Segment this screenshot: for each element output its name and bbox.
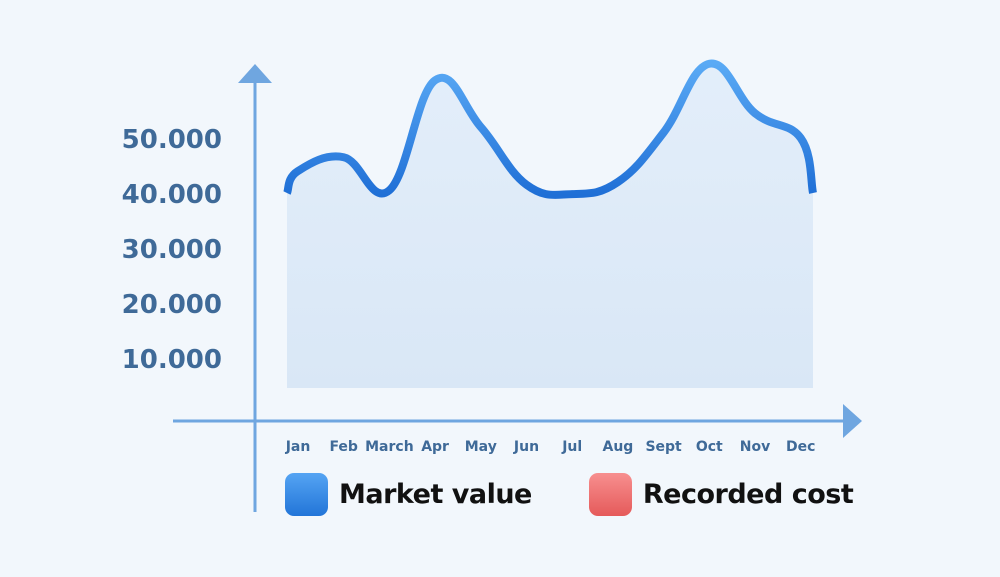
y-tick-label: 20.000 — [122, 290, 222, 320]
x-tick-label: March — [365, 439, 414, 455]
legend-item-market-value: Market value — [285, 473, 532, 516]
market-value-area — [287, 63, 813, 388]
x-tick-label: Sept — [645, 439, 682, 455]
y-tick-label: 40.000 — [122, 180, 222, 210]
legend-label: Recorded cost — [642, 479, 854, 510]
x-tick-label: Jan — [285, 439, 311, 455]
market-value-swatch-icon — [285, 473, 328, 516]
y-tick-label: 50.000 — [122, 125, 222, 155]
x-tick-label: May — [465, 439, 497, 455]
x-tick-label: Nov — [740, 439, 770, 455]
legend: Market value Recorded cost — [285, 473, 910, 516]
y-tick-label: 10.000 — [122, 345, 222, 375]
x-tick-label: Jul — [561, 439, 582, 455]
x-tick-label: Oct — [696, 439, 723, 455]
legend-label: Market value — [339, 479, 532, 510]
y-tick-label: 30.000 — [122, 235, 222, 265]
recorded-cost-swatch-icon — [588, 473, 632, 516]
legend-item-recorded-cost: Recorded cost — [588, 473, 854, 516]
x-tick-label: Aug — [602, 439, 633, 455]
x-tick-label: Jun — [513, 439, 539, 455]
x-axis-arrow-icon — [843, 404, 862, 438]
x-tick-label: Dec — [786, 439, 815, 455]
x-tick-label: Apr — [421, 439, 449, 455]
y-axis-arrow-icon — [238, 64, 272, 83]
x-tick-label: Feb — [329, 439, 358, 455]
